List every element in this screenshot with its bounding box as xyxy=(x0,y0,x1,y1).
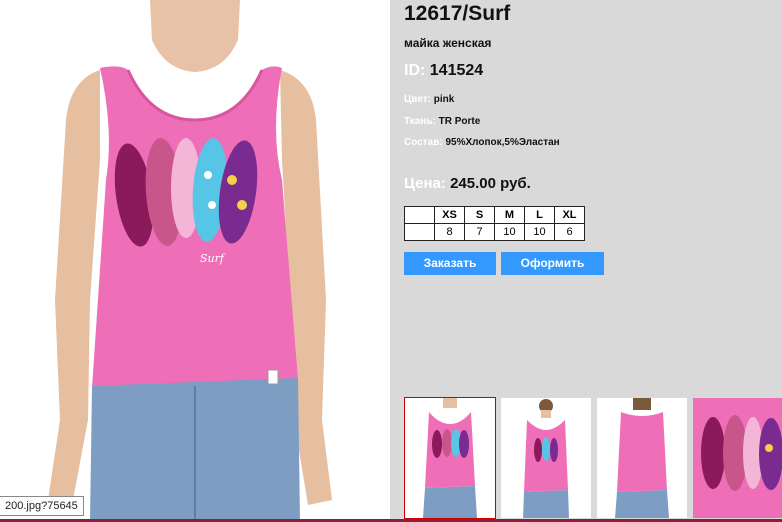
product-subtitle: майка женская xyxy=(404,36,492,50)
product-composition: Состав: 95%Хлопок,5%Эластан xyxy=(404,137,560,148)
thumbnail-1-image xyxy=(405,398,495,518)
size-qty-m: 10 xyxy=(494,223,525,241)
product-details-panel: 12617/Surf майка женская ID: 141524 Цвет… xyxy=(390,0,782,522)
table-row-label-cell xyxy=(404,223,435,241)
size-header-xs: XS xyxy=(434,206,465,224)
size-stock-table: XS S M L XL 8 7 10 10 6 xyxy=(404,206,585,241)
product-id: ID: 141524 xyxy=(404,62,483,80)
status-url-tooltip: 200.jpg?75645 xyxy=(0,496,84,516)
color-value: pink xyxy=(433,94,455,105)
size-qty-l: 10 xyxy=(524,223,555,241)
size-qty-s: 7 xyxy=(464,223,495,241)
product-id-value: 141524 xyxy=(429,62,484,79)
thumbnail-2-image xyxy=(501,398,591,518)
size-header-s: S xyxy=(464,206,495,224)
composition-value: 95%Хлопок,5%Эластан xyxy=(445,137,560,148)
size-header-row: XS S M L XL xyxy=(404,206,585,224)
thumbnail-4-image xyxy=(693,398,782,518)
fabric-label: Ткань: xyxy=(404,116,436,127)
size-header-l: L xyxy=(524,206,555,224)
size-quantity-row: 8 7 10 10 6 xyxy=(404,223,585,241)
fabric-value: TR Porte xyxy=(438,116,481,127)
size-qty-xs: 8 xyxy=(434,223,465,241)
color-label: Цвет: xyxy=(404,94,431,105)
size-header-xl: XL xyxy=(554,206,585,224)
product-price: Цена: 245.00 руб. xyxy=(404,175,531,192)
thumbnail-3-image xyxy=(597,398,687,518)
main-product-image[interactable]: Surf xyxy=(0,0,390,522)
thumbnail-1[interactable] xyxy=(404,397,496,519)
composition-label: Состав: xyxy=(404,137,443,148)
thumbnail-3[interactable] xyxy=(597,398,687,518)
product-title: 12617/Surf xyxy=(404,2,511,25)
price-value: 245.00 руб. xyxy=(450,175,531,192)
table-corner-cell xyxy=(404,206,435,224)
svg-text:Surf: Surf xyxy=(200,252,226,265)
size-qty-xl: 6 xyxy=(554,223,585,241)
size-header-m: M xyxy=(494,206,525,224)
product-id-label: ID: xyxy=(404,62,426,79)
price-label: Цена: xyxy=(404,175,446,192)
checkout-button[interactable]: Оформить xyxy=(501,252,604,275)
product-photo-illustration: Surf xyxy=(0,0,390,522)
thumbnail-4[interactable] xyxy=(693,398,782,518)
thumbnail-2[interactable] xyxy=(501,398,591,518)
order-button[interactable]: Заказать xyxy=(404,252,496,275)
product-color: Цвет: pink xyxy=(404,94,454,105)
product-fabric: Ткань: TR Porte xyxy=(404,116,480,127)
